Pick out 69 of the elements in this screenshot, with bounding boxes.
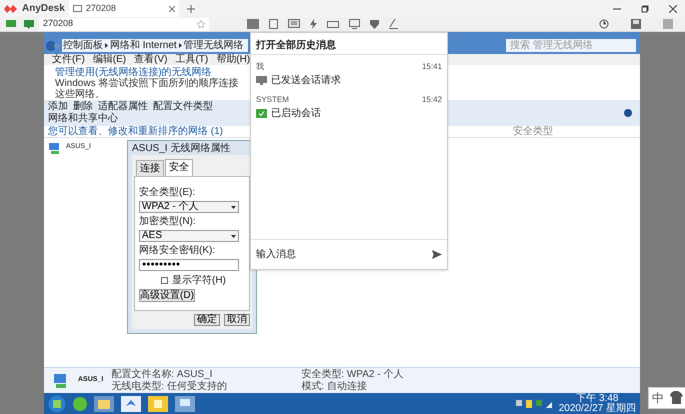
menu-item[interactable]: 文件(F)	[52, 54, 85, 64]
session-tab[interactable]: 270208	[68, 0, 179, 17]
pen-icon[interactable]	[389, 19, 398, 29]
menu-item[interactable]: 帮助(H)	[216, 54, 250, 64]
close-icon[interactable]	[168, 6, 175, 12]
message-time: 15:41	[422, 61, 442, 73]
monitor-icon[interactable]	[6, 20, 16, 28]
message-text: 已启动会话	[271, 106, 321, 121]
chat-icon[interactable]	[24, 20, 34, 28]
message-input[interactable]: 输入消息	[256, 247, 432, 262]
dropdown[interactable]: WPA2 - 个人	[139, 201, 239, 213]
app-name: AnyDesk	[22, 2, 65, 16]
field-label: 加密类型(N):	[139, 214, 197, 229]
column-header: 安全类型	[513, 124, 553, 139]
send-icon[interactable]	[432, 250, 442, 259]
dialog-tab[interactable]: 连接	[136, 160, 164, 176]
dialog-title: ASUS_I 无线网络属性	[131, 142, 232, 155]
checkbox-label: 显示字符(H)	[172, 274, 226, 288]
keyboard-icon[interactable]	[327, 20, 339, 28]
menu-item[interactable]: 编辑(E)	[92, 54, 126, 64]
toolbar-button[interactable]: 删除	[73, 101, 93, 113]
restore-icon[interactable]	[641, 4, 649, 12]
dropdown[interactable]: AES	[139, 230, 239, 242]
caret-icon	[231, 234, 236, 238]
message-text: 已发送会话请求	[271, 74, 341, 88]
check-icon	[256, 109, 267, 118]
caret-icon	[231, 206, 236, 208]
shirt-icon[interactable]	[668, 389, 684, 407]
toolbar-button[interactable]: 适配器属性	[98, 101, 148, 113]
field-label: 安全类型(E):	[139, 186, 196, 200]
toolbar-button[interactable]: 网络和共享中心	[48, 113, 118, 125]
description-text: Windows 将尝试按照下面所列的顺序连接这些网络。	[55, 78, 240, 100]
message-sender: 我	[256, 61, 264, 73]
close-icon[interactable]	[669, 4, 677, 12]
clock-time[interactable]: 下午 3:48	[576, 394, 618, 404]
detail-text: 模式: 自动连接	[301, 380, 368, 392]
advanced-button[interactable]: 高级设置(D)	[139, 289, 195, 302]
toolbar-button[interactable]: 配置文件类型	[153, 101, 213, 113]
chevron-icon	[105, 43, 108, 48]
page-heading: 管理使用(无线网络连接)的无线网络	[55, 67, 212, 78]
history-icon[interactable]	[599, 19, 609, 29]
checkbox[interactable]	[161, 277, 168, 284]
logo-icon	[4, 4, 18, 14]
detail-text: 配置文件名称: ASUS_I	[111, 368, 214, 380]
plus-icon[interactable]	[186, 4, 195, 12]
dialog-button[interactable]: 确定	[194, 314, 220, 326]
chevron-icon	[178, 43, 182, 48]
message-sender: SYSTEM	[256, 94, 289, 106]
group-label: 您可以查看、修改和重新排序的网络 (1)	[48, 126, 224, 137]
message-time: 15:42	[422, 94, 442, 106]
toolbar-button[interactable]: 添加	[48, 101, 68, 113]
chat-header[interactable]: 打开全部历史消息	[251, 33, 447, 55]
monitor-icon	[256, 76, 267, 85]
chat-icon[interactable]	[288, 18, 300, 30]
menu-item[interactable]: 查看(V)	[134, 54, 168, 64]
lightning-icon[interactable]	[310, 19, 317, 29]
monitor-icon[interactable]	[349, 19, 360, 29]
detail-text: 无线电类型: 任何受支持的	[111, 380, 228, 392]
dialog-button[interactable]: 取消	[224, 314, 250, 326]
menu-item[interactable]: 工具(T)	[175, 54, 208, 64]
dialog-tab[interactable]: 安全	[165, 159, 193, 176]
clock-date[interactable]: 2020/2/27 星期四	[558, 404, 636, 414]
save-icon[interactable]	[631, 19, 641, 29]
star-icon[interactable]	[197, 20, 205, 28]
monitor-icon	[72, 4, 82, 12]
shield-icon[interactable]	[370, 19, 379, 29]
detail-text: 安全类型: WPA2 - 个人	[301, 368, 404, 380]
address-bar[interactable]: 控制面板 网络和 Internet 管理无线网络	[62, 39, 248, 52]
field-label: 网络安全密钥(K):	[139, 244, 216, 258]
